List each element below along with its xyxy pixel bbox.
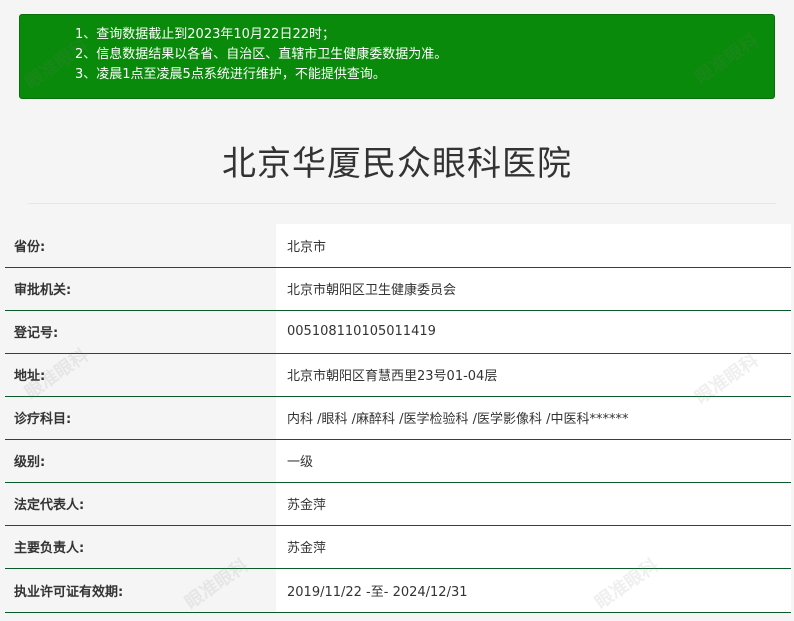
row-label-level: 级别:	[5, 439, 276, 483]
row-value-address: 北京市朝阳区育慧西里23号01-04层	[276, 353, 791, 397]
table-row: 地址: 北京市朝阳区育慧西里23号01-04层	[5, 353, 791, 397]
table-row: 执业许可证有效期: 2019/11/22 -至- 2024/12/31	[5, 568, 791, 613]
row-label-province: 省份:	[5, 224, 276, 268]
table-row: 审批机关: 北京市朝阳区卫生健康委员会	[5, 267, 791, 311]
row-value-province: 北京市	[276, 224, 791, 268]
row-label-legal-representative: 法定代表人:	[5, 482, 276, 526]
row-value-registration-number: 005108110105011419	[276, 310, 791, 354]
table-row: 诊疗科目: 内科 /眼科 /麻醉科 /医学检验科 /医学影像科 /中医科****…	[5, 396, 791, 440]
page-title: 北京华厦民众眼科医院	[222, 144, 572, 184]
row-label-address: 地址:	[5, 353, 276, 397]
notice-line: 1、查询数据截止到2023年10月22日22时；	[75, 27, 335, 42]
row-label-registration-number: 登记号:	[5, 310, 276, 354]
row-value-approval-authority: 北京市朝阳区卫生健康委员会	[276, 267, 791, 311]
row-value-license-validity: 2019/11/22 -至- 2024/12/31	[276, 568, 791, 613]
table-row: 法定代表人: 苏金萍	[5, 482, 791, 526]
row-value-departments: 内科 /眼科 /麻醉科 /医学检验科 /医学影像科 /中医科******	[276, 396, 791, 440]
table-row: 省份: 北京市	[5, 224, 791, 268]
table-row: 主要负责人: 苏金萍	[5, 525, 791, 569]
row-value-legal-representative: 苏金萍	[276, 482, 791, 526]
row-label-approval-authority: 审批机关:	[5, 267, 276, 311]
notice-line: 2、信息数据结果以各省、自治区、直辖市卫生健康委数据为准。	[75, 47, 448, 62]
table-row: 登记号: 005108110105011419	[5, 310, 791, 354]
row-label-license-validity: 执业许可证有效期:	[5, 568, 276, 613]
row-label-principal: 主要负责人:	[5, 525, 276, 569]
notice-line: 3、凌晨1点至凌晨5点系统进行维护，不能提供查询。	[75, 67, 386, 82]
table-row: 级别: 一级	[5, 439, 791, 483]
row-label-departments: 诊疗科目:	[5, 396, 276, 440]
row-value-principal: 苏金萍	[276, 525, 791, 569]
row-value-level: 一级	[276, 439, 791, 483]
hospital-info-table: 省份: 北京市 审批机关: 北京市朝阳区卫生健康委员会 登记号: 0051081…	[5, 224, 791, 613]
notice-banner: 1、查询数据截止到2023年10月22日22时； 2、信息数据结果以各省、自治区…	[19, 14, 775, 99]
title-divider	[28, 203, 776, 204]
